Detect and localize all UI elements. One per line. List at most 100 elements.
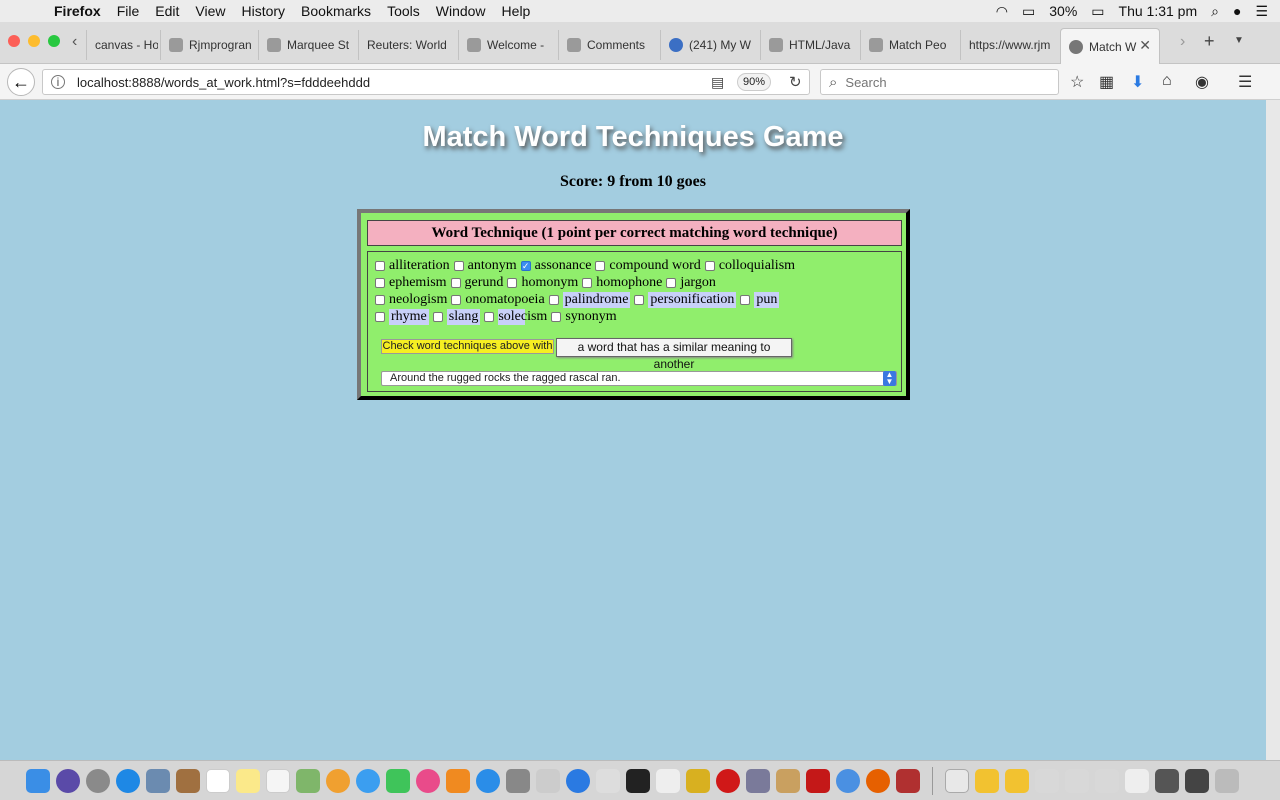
battery-icon[interactable]: ▭ <box>1091 3 1104 20</box>
finder-icon[interactable] <box>26 768 50 793</box>
textedit-icon[interactable] <box>596 768 620 793</box>
pocket-icon[interactable]: ◉ <box>1195 72 1209 92</box>
tab-5[interactable]: Comments <box>558 30 656 60</box>
tab-10-active[interactable]: Match W ✕ <box>1060 28 1160 64</box>
reminders-icon[interactable] <box>266 768 290 793</box>
tab-8[interactable]: Match Peo <box>860 30 958 60</box>
folder-stack-2-icon[interactable] <box>1005 768 1029 793</box>
label-synonym[interactable]: synonym <box>565 309 616 325</box>
tab-1[interactable]: Rjmprogran <box>160 30 256 60</box>
label-slang[interactable]: slang <box>446 309 481 325</box>
checkbox-assonance[interactable]: ✓ <box>520 261 531 271</box>
safari-icon[interactable] <box>116 768 140 793</box>
folder-stack-icon[interactable] <box>975 768 999 793</box>
close-window-icon[interactable] <box>8 35 20 47</box>
screenshot-stack-icon[interactable] <box>1035 768 1059 793</box>
label-pun[interactable]: pun <box>754 292 780 308</box>
checkbox-gerund[interactable] <box>450 278 461 288</box>
label-assonance[interactable]: assonance <box>535 258 592 274</box>
notes-icon[interactable] <box>236 768 260 793</box>
checkbox-jargon[interactable] <box>666 278 677 288</box>
script-editor-icon[interactable] <box>776 768 800 793</box>
label-homonym[interactable]: homonym <box>521 275 578 291</box>
url-bar[interactable]: i localhost:8888/words_at_work.html?s=fd… <box>42 69 810 95</box>
checkbox-antonym[interactable] <box>453 261 464 271</box>
checkbox-alliteration[interactable] <box>375 261 385 271</box>
label-homophone[interactable]: homophone <box>596 275 662 291</box>
menu-history[interactable]: History <box>241 3 285 19</box>
menu-help[interactable]: Help <box>502 3 531 19</box>
contacts-icon[interactable] <box>176 768 200 793</box>
maps-icon[interactable] <box>296 768 320 793</box>
quicktime-icon[interactable] <box>566 768 590 793</box>
menu-edit[interactable]: Edit <box>155 3 179 19</box>
trash-icon[interactable] <box>1215 768 1239 793</box>
label-solecism[interactable]: solecism <box>498 309 548 325</box>
reader-view-icon[interactable]: ▤ <box>711 74 724 91</box>
tab-4[interactable]: Welcome - <box>458 30 556 60</box>
label-alliteration[interactable]: alliteration <box>389 258 450 274</box>
messages-icon[interactable] <box>356 768 380 793</box>
calendar-icon[interactable] <box>206 768 230 793</box>
file-stack-icon[interactable] <box>1125 768 1149 793</box>
tab-9[interactable]: https://www.rjm <box>960 30 1058 60</box>
tab-0[interactable]: canvas - Ho <box>86 30 158 60</box>
label-personification[interactable]: personification <box>648 292 737 308</box>
zoom-level[interactable]: 90% <box>737 73 771 91</box>
menu-window[interactable]: Window <box>436 3 486 19</box>
label-colloquialism[interactable]: colloquialism <box>719 258 795 274</box>
notification-center-icon[interactable]: ☰ <box>1255 3 1268 20</box>
select-arrows-icon[interactable]: ▲ ▼ <box>883 371 896 386</box>
minimize-window-icon[interactable] <box>28 35 40 47</box>
tab-list-icon[interactable]: ▼ <box>1234 35 1244 46</box>
menu-bookmarks[interactable]: Bookmarks <box>301 3 371 19</box>
scroll-tabs-left-icon[interactable]: ‹ <box>72 33 77 51</box>
page-scrollbar[interactable] <box>1266 100 1280 760</box>
url-text[interactable]: localhost:8888/words_at_work.html?s=fddd… <box>77 75 370 90</box>
reload-icon[interactable]: ↻ <box>789 73 802 91</box>
label-rhyme[interactable]: rhyme <box>389 309 429 325</box>
label-onomatopoeia[interactable]: onomatopoeia <box>465 292 544 308</box>
search-input[interactable] <box>845 74 1036 90</box>
checkbox-palindrome[interactable] <box>548 295 559 305</box>
checkbox-compound-word[interactable] <box>595 261 606 271</box>
app-store-icon[interactable] <box>476 768 500 793</box>
filezilla-icon[interactable] <box>806 768 830 793</box>
reading-list-icon[interactable]: ▦ <box>1099 72 1114 92</box>
wifi-icon[interactable]: ◠ <box>996 3 1008 20</box>
photo-stack-icon[interactable] <box>1185 768 1209 793</box>
label-jargon[interactable]: jargon <box>680 275 716 291</box>
photos-icon[interactable] <box>326 768 350 793</box>
checkbox-synonym[interactable] <box>551 312 562 322</box>
checkbox-neologism[interactable] <box>375 295 385 305</box>
screenshot-stack-2-icon[interactable] <box>1065 768 1089 793</box>
hamburger-menu-icon[interactable]: ☰ <box>1238 72 1252 92</box>
firefox-icon[interactable] <box>866 768 890 793</box>
itunes-icon[interactable] <box>416 768 440 793</box>
tab-2[interactable]: Marquee St <box>258 30 356 60</box>
checkbox-homonym[interactable] <box>507 278 518 288</box>
ibooks-icon[interactable] <box>446 768 470 793</box>
new-tab-icon[interactable]: + <box>1204 31 1215 52</box>
checkbox-homophone[interactable] <box>582 278 593 288</box>
menu-tools[interactable]: Tools <box>387 3 420 19</box>
download-icon[interactable]: ⬇ <box>1131 72 1144 92</box>
wireshark-icon[interactable] <box>686 768 710 793</box>
label-neologism[interactable]: neologism <box>389 292 447 308</box>
document-icon[interactable] <box>945 768 969 793</box>
label-compound-word[interactable]: compound word <box>609 258 700 274</box>
check-techniques-button[interactable]: Check word techniques above with <box>381 339 554 354</box>
checkbox-personification[interactable] <box>634 295 645 305</box>
label-palindrome[interactable]: palindrome <box>562 292 631 308</box>
siri-dock-icon[interactable] <box>56 768 80 793</box>
opera-icon[interactable] <box>716 768 740 793</box>
checkbox-solecism[interactable] <box>484 312 495 322</box>
maximize-window-icon[interactable] <box>48 35 60 47</box>
close-tab-icon[interactable]: ✕ <box>1139 37 1151 54</box>
tab-6[interactable]: (241) My W <box>660 30 758 60</box>
label-antonym[interactable]: antonym <box>468 258 517 274</box>
tab-7[interactable]: HTML/Java <box>760 30 858 60</box>
facetime-icon[interactable] <box>386 768 410 793</box>
search-bar[interactable]: ⌕ <box>820 69 1059 95</box>
sequel-pro-icon[interactable] <box>656 768 680 793</box>
